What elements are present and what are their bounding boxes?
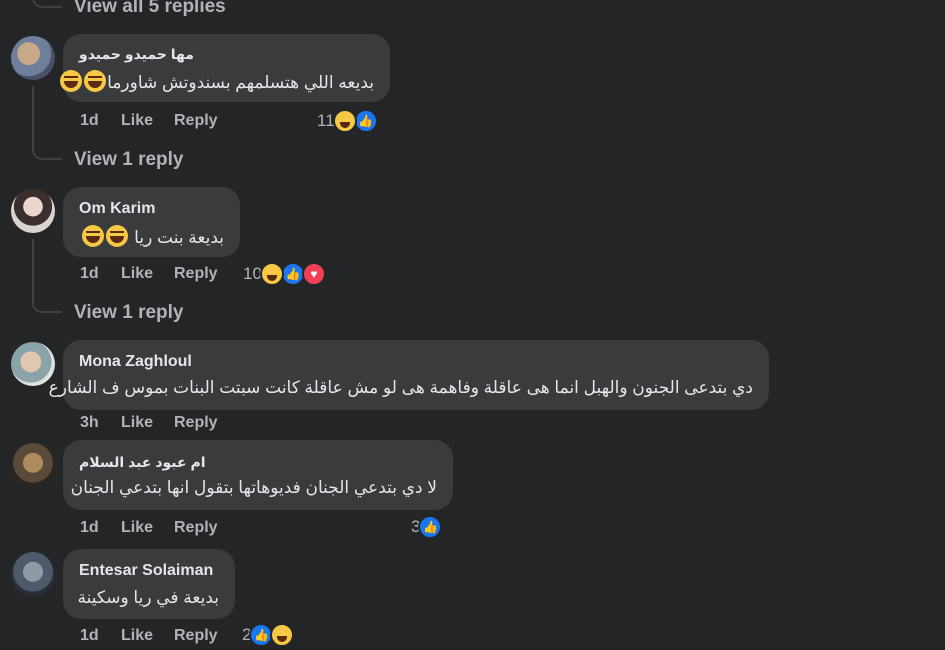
comment-bubble: مها حميدو حميدو بديعه اللي هتسلمهم بسندو… xyxy=(60,34,390,102)
comment-text-content: بديعة في ريا وسكينة xyxy=(77,588,219,607)
love-icon: ♥ xyxy=(301,262,326,286)
comment-timestamp[interactable]: 1d xyxy=(80,112,121,130)
comment-bubble: Mona Zaghloul دي بتدعى الجنون والهبل انم… xyxy=(49,340,769,410)
avatar[interactable] xyxy=(11,189,55,233)
comment-text: لا دي بتدعي الجنان فديوهاتها بتقول انها … xyxy=(71,476,437,500)
like-button[interactable]: Like xyxy=(121,414,174,432)
comment-timestamp[interactable]: 1d xyxy=(80,519,121,537)
laughing-emoji-icon xyxy=(106,225,129,247)
reaction-summary[interactable]: 3 👍 xyxy=(411,514,443,540)
comment-bubble: Om Karim بديعة بنت ريا xyxy=(63,187,240,257)
comment-timestamp[interactable]: 3h xyxy=(80,414,121,432)
comment-timestamp[interactable]: 1d xyxy=(80,627,121,645)
reply-button[interactable]: Reply xyxy=(174,414,218,432)
comment-text-content: بديعة بنت ريا xyxy=(134,228,224,247)
comment-author[interactable]: ام عبود عبد السلام xyxy=(79,452,206,472)
view-reply-link[interactable]: View 1 reply xyxy=(74,302,184,324)
like-button[interactable]: Like xyxy=(121,627,174,645)
like-button[interactable]: Like xyxy=(121,519,174,537)
comment-text: بديعة بنت ريا xyxy=(81,225,224,250)
comment-bubble: ام عبود عبد السلام لا دي بتدعي الجنان فد… xyxy=(63,440,453,510)
comments-panel: View all 5 replies مها حميدو حميدو بديعه… xyxy=(0,0,945,650)
reply-button[interactable]: Reply xyxy=(174,112,218,130)
comment-actions: 1d Like Reply xyxy=(80,265,218,283)
like-icon: 👍 xyxy=(418,515,443,539)
comment-actions: 3h Like Reply xyxy=(80,414,218,432)
comment-author[interactable]: Om Karim xyxy=(79,199,155,219)
laughing-emoji-icon xyxy=(82,225,105,247)
view-reply-link[interactable]: View 1 reply xyxy=(74,149,184,171)
comment-author[interactable]: مها حميدو حميدو xyxy=(79,44,194,64)
comment-text-content: لا دي بتدعي الجنان فديوهاتها بتقول انها … xyxy=(70,478,437,497)
comment-timestamp[interactable]: 1d xyxy=(80,265,121,283)
reaction-summary[interactable]: 2 👍 xyxy=(242,622,295,648)
comment-text-content: دي بتدعى الجنون والهبل انما هى عاقلة وفا… xyxy=(48,378,753,397)
comment-actions: 1d Like Reply xyxy=(80,112,218,130)
comment-actions: 1d Like Reply xyxy=(80,519,218,537)
laughing-emoji-icon xyxy=(84,70,107,92)
reply-button[interactable]: Reply xyxy=(174,519,218,537)
avatar[interactable] xyxy=(11,552,55,596)
comment-bubble: Entesar Solaiman بديعة في ريا وسكينة xyxy=(63,549,235,619)
reaction-summary[interactable]: 10 👍 ♥ xyxy=(243,261,326,287)
like-button[interactable]: Like xyxy=(121,112,174,130)
comment-text: دي بتدعى الجنون والهبل انما هى عاقلة وفا… xyxy=(49,376,753,400)
comment-text: بديعة في ريا وسكينة xyxy=(77,586,219,610)
haha-icon xyxy=(259,262,284,286)
like-button[interactable]: Like xyxy=(121,265,174,283)
avatar[interactable] xyxy=(11,36,55,80)
reply-button[interactable]: Reply xyxy=(174,627,218,645)
comment-text-content: بديعه اللي هتسلمهم بسندوتش شاورما xyxy=(107,73,374,92)
haha-icon xyxy=(332,109,357,133)
haha-icon xyxy=(270,623,295,647)
avatar[interactable] xyxy=(11,443,55,487)
comment-author[interactable]: Mona Zaghloul xyxy=(79,352,192,372)
thread-connector xyxy=(32,0,62,8)
view-all-replies-link[interactable]: View all 5 replies xyxy=(74,0,226,18)
comment-author[interactable]: Entesar Solaiman xyxy=(79,561,213,581)
comment-actions: 1d Like Reply xyxy=(80,627,218,645)
reply-button[interactable]: Reply xyxy=(174,265,218,283)
comment-text: بديعه اللي هتسلمهم بسندوتش شاورما xyxy=(59,70,374,95)
laughing-emoji-icon xyxy=(60,70,83,92)
thread-connector xyxy=(32,120,62,160)
reaction-summary[interactable]: 11 👍 xyxy=(317,108,378,134)
thread-connector xyxy=(32,273,62,313)
like-icon: 👍 xyxy=(353,109,378,133)
